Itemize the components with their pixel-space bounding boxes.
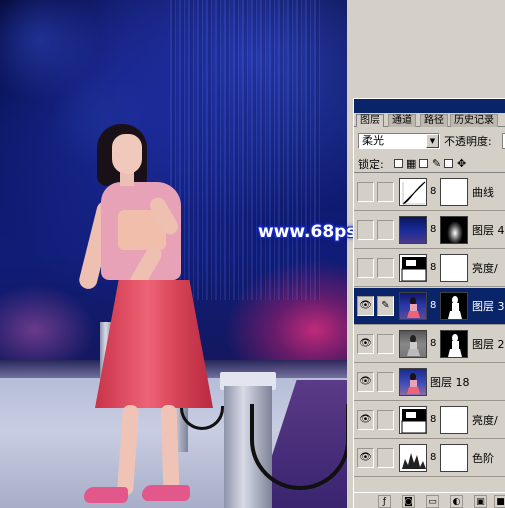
mask-link-icon: 8 <box>430 414 437 425</box>
lock-label: 锁定: <box>358 158 384 171</box>
new-set-icon[interactable]: ▭ <box>426 495 439 508</box>
eye-icon[interactable]: 👁 <box>357 372 374 392</box>
lock-row: 锁定: ▦ ✎ ✥ <box>354 155 505 173</box>
waterfall-background <box>170 0 320 300</box>
chevron-down-icon[interactable]: ▼ <box>426 134 439 148</box>
brightness-adjustment-icon <box>399 254 427 282</box>
blend-row: 柔光 ▼ 不透明度: <box>354 131 505 151</box>
link-toggle[interactable] <box>377 372 394 392</box>
link-toggle[interactable] <box>377 334 394 354</box>
eye-icon[interactable]: 👁 <box>357 448 374 468</box>
move-icon: ✥ <box>457 157 467 170</box>
layers-list: 8 曲线 8 图层 4 8 亮度/ 👁 ✎ 8 图层 3 👁 8 图层 2 👁 … <box>354 174 505 492</box>
brush-icon[interactable]: ✎ <box>377 296 394 316</box>
layer-mask-thumb[interactable] <box>440 292 468 320</box>
layer-name: 亮度/ <box>472 262 498 275</box>
panel-bottom-bar: ƒ ◙ ▭ ◐ ▣ ■ <box>354 492 505 508</box>
panel-title-bar[interactable] <box>354 99 505 113</box>
girl-face <box>112 134 142 174</box>
layer-mask-thumb[interactable] <box>440 254 468 282</box>
link-toggle[interactable] <box>377 182 394 202</box>
eye-icon[interactable]: 👁 <box>357 296 374 316</box>
opacity-label: 不透明度: <box>444 135 492 148</box>
mask-link-icon: 8 <box>430 452 437 463</box>
layer-row[interactable]: 👁 图层 18 <box>354 364 505 401</box>
tab-channels[interactable]: 通道 <box>388 114 416 127</box>
layer-style-icon[interactable]: ƒ <box>378 495 391 508</box>
blend-mode-select[interactable]: 柔光 ▼ <box>358 133 440 149</box>
color-photo-thumb <box>399 368 427 396</box>
layer-name: 亮度/ <box>472 414 498 427</box>
adjustment-layer-icon[interactable]: ◐ <box>450 495 463 508</box>
layer-name: 色阶 <box>472 452 494 465</box>
layer-row[interactable]: 8 曲线 <box>354 174 505 211</box>
visibility-toggle[interactable] <box>357 182 374 202</box>
layer-row[interactable]: 👁 8 色阶 <box>354 440 505 477</box>
brush-lock-icon: ✎ <box>432 157 442 170</box>
panel-tabs: 图层 通道 路径 历史记录 <box>354 113 505 127</box>
layer-mask-thumb[interactable] <box>440 444 468 472</box>
lock-transparency-checkbox[interactable] <box>394 159 403 168</box>
girl-leg-right <box>160 404 180 494</box>
mask-link-icon: 8 <box>430 300 437 311</box>
mask-link-icon: 8 <box>430 186 437 197</box>
gray-photo-thumb <box>399 330 427 358</box>
link-toggle[interactable] <box>377 448 394 468</box>
link-toggle[interactable] <box>377 410 394 430</box>
girl-shoe-right <box>142 485 190 501</box>
girl-shoe-left <box>84 487 128 503</box>
layers-panel: 图层 通道 路径 历史记录 柔光 ▼ 不透明度: 锁定: ▦ ✎ ✥ 8 曲线 <box>353 98 505 508</box>
mask-link-icon: 8 <box>430 224 437 235</box>
link-toggle[interactable] <box>377 258 394 278</box>
levels-adjustment-icon <box>399 444 427 472</box>
layer-name: 图层 18 <box>430 376 470 389</box>
tab-paths[interactable]: 路径 <box>420 114 448 127</box>
tab-history[interactable]: 历史记录 <box>450 114 498 127</box>
layer-mask-thumb[interactable] <box>440 178 468 206</box>
eye-icon[interactable]: 👁 <box>357 410 374 430</box>
girl-photo-thumb <box>399 292 427 320</box>
lock-image-checkbox[interactable] <box>419 159 428 168</box>
layer-name: 图层 4 <box>472 224 505 237</box>
delete-layer-icon[interactable]: ■ <box>494 495 505 508</box>
layer-name: 图层 2 <box>472 338 505 351</box>
curves-adjustment-icon <box>399 178 427 206</box>
layer-row[interactable]: 👁 8 亮度/ <box>354 402 505 439</box>
dark-blue-photo-thumb <box>399 216 427 244</box>
link-toggle[interactable] <box>377 220 394 240</box>
layer-row[interactable]: 8 图层 4 <box>354 212 505 249</box>
mask-link-icon: 8 <box>430 262 437 273</box>
lock-position-checkbox[interactable] <box>444 159 453 168</box>
visibility-toggle[interactable] <box>357 220 374 240</box>
visibility-toggle[interactable] <box>357 258 374 278</box>
layer-name: 图层 3 <box>472 300 505 313</box>
document-canvas[interactable] <box>0 0 347 508</box>
transparency-icon: ▦ <box>406 157 417 170</box>
layer-mask-thumb[interactable] <box>440 406 468 434</box>
layer-mask-thumb[interactable] <box>440 330 468 358</box>
eye-icon[interactable]: 👁 <box>357 334 374 354</box>
tab-layers[interactable]: 图层 <box>356 114 384 127</box>
layer-mask-thumb[interactable] <box>440 216 468 244</box>
mask-link-icon: 8 <box>430 338 437 349</box>
layer-row[interactable]: 👁 8 图层 2 <box>354 326 505 363</box>
blend-mode-value: 柔光 <box>362 134 384 147</box>
brightness-adjustment-icon <box>399 406 427 434</box>
layer-name: 曲线 <box>472 186 494 199</box>
layer-row-selected[interactable]: 👁 ✎ 8 图层 3 <box>354 288 505 325</box>
new-layer-icon[interactable]: ▣ <box>474 495 487 508</box>
add-mask-icon[interactable]: ◙ <box>402 495 415 508</box>
layer-row[interactable]: 8 亮度/ <box>354 250 505 287</box>
